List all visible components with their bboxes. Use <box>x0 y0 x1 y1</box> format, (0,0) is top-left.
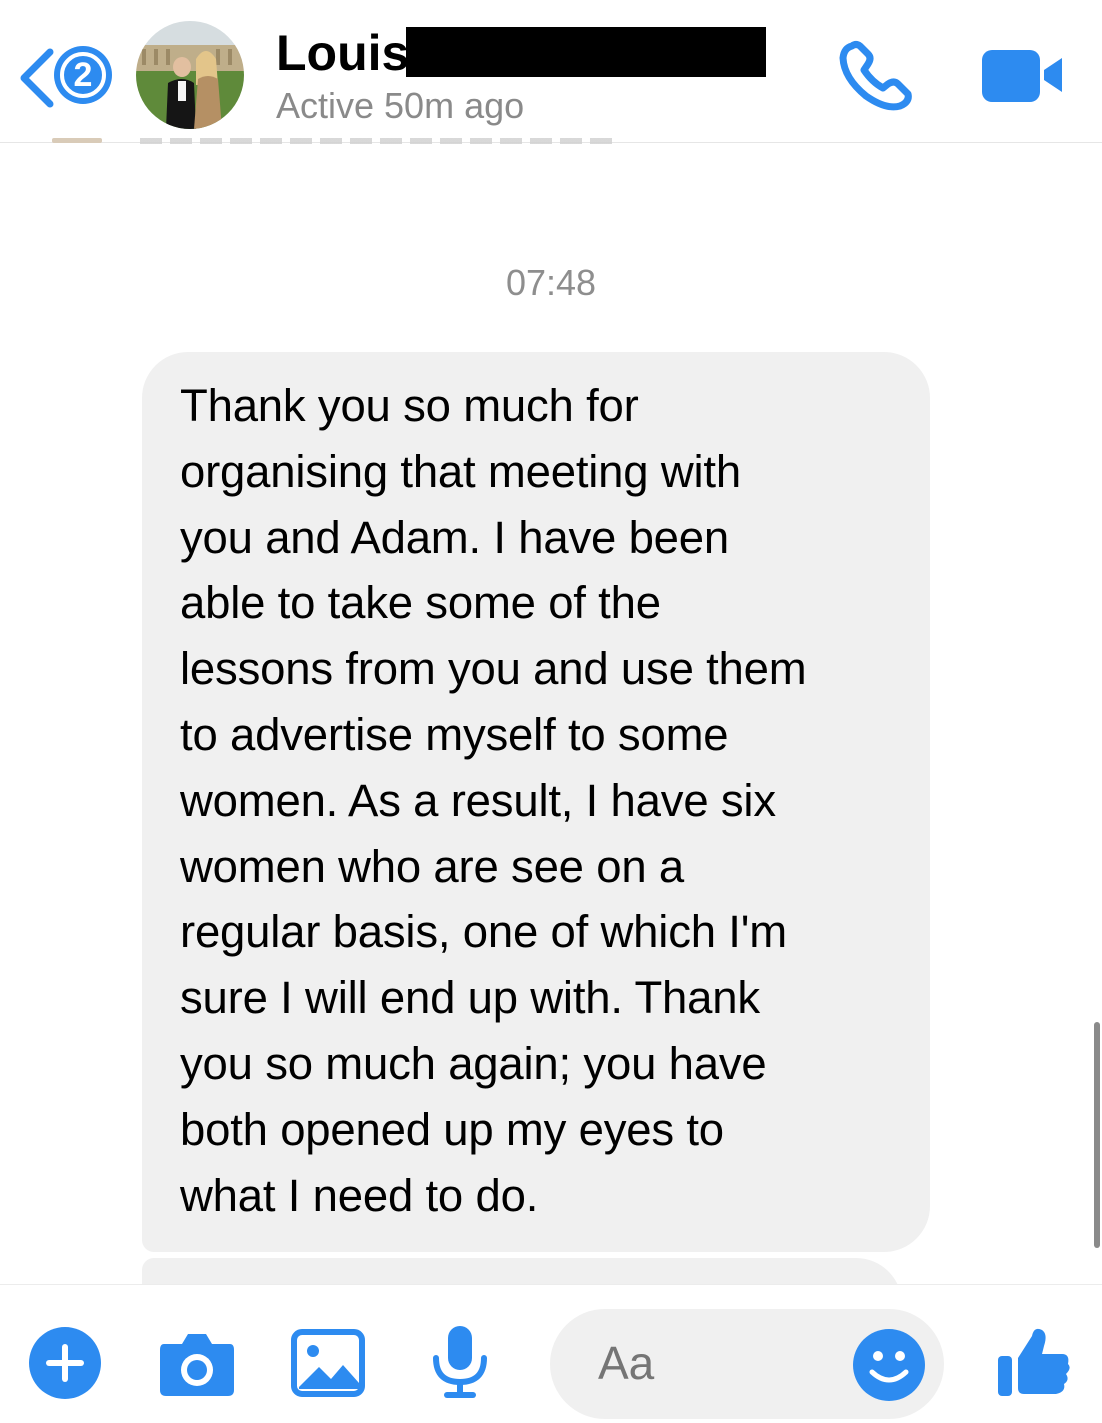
video-call-button[interactable] <box>980 46 1066 104</box>
camera-icon <box>160 1334 234 1396</box>
message-input[interactable] <box>598 1336 838 1390</box>
redaction-bar <box>406 27 766 77</box>
previous-message-edge <box>140 138 620 144</box>
gallery-button[interactable] <box>291 1329 365 1402</box>
voice-call-button[interactable] <box>838 40 914 112</box>
contact-name[interactable]: Louis <box>276 24 409 82</box>
thumbs-up-icon <box>998 1328 1070 1396</box>
video-camera-icon <box>982 50 1062 102</box>
message-text: Thank you so much for organising that me… <box>180 380 807 1221</box>
emoji-button[interactable] <box>852 1328 926 1402</box>
contact-status: Active 50m ago <box>276 85 525 126</box>
like-button[interactable] <box>996 1324 1072 1400</box>
voice-message-button[interactable] <box>430 1324 490 1405</box>
phone-icon <box>839 41 912 111</box>
scroll-indicator[interactable] <box>1094 1022 1100 1248</box>
more-actions-button[interactable] <box>28 1326 102 1405</box>
unread-count-badge: 2 <box>54 46 112 104</box>
conversation-header: 2 Louis Active 50m ago <box>0 0 1102 144</box>
microphone-icon <box>433 1326 487 1398</box>
message-timestamp: 07:48 <box>505 262 597 303</box>
photo-icon <box>291 1329 365 1397</box>
avatar-photo <box>136 21 244 129</box>
contact-avatar[interactable] <box>136 21 244 129</box>
emoji-icon <box>853 1329 925 1401</box>
previous-message-avatar-edge <box>52 138 102 143</box>
plus-icon <box>29 1327 101 1399</box>
camera-button[interactable] <box>158 1328 236 1403</box>
